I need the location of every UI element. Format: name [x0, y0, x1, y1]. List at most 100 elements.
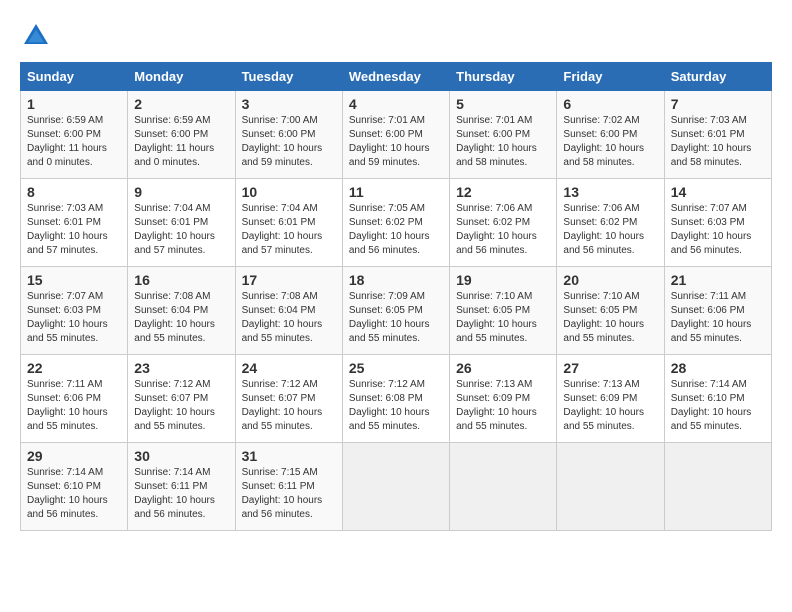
day-info: Sunrise: 7:13 AM Sunset: 6:09 PM Dayligh… [456, 378, 550, 434]
day-number: 4 [349, 96, 443, 112]
calendar-day-20: 20 Sunrise: 7:10 AM Sunset: 6:05 PM Dayli… [557, 267, 664, 355]
day-number: 17 [242, 272, 336, 288]
day-number: 28 [671, 360, 765, 376]
col-header-sunday: Sunday [21, 63, 128, 91]
day-number: 26 [456, 360, 550, 376]
calendar-day-9: 9 Sunrise: 7:04 AM Sunset: 6:01 PM Daylig… [128, 179, 235, 267]
calendar-day-26: 26 Sunrise: 7:13 AM Sunset: 6:09 PM Dayli… [450, 355, 557, 443]
calendar-week-row: 1 Sunrise: 6:59 AM Sunset: 6:00 PM Daylig… [21, 91, 772, 179]
day-info: Sunrise: 7:06 AM Sunset: 6:02 PM Dayligh… [456, 202, 550, 258]
day-number: 8 [27, 184, 121, 200]
day-number: 18 [349, 272, 443, 288]
calendar-header-row: SundayMondayTuesdayWednesdayThursdayFrid… [21, 63, 772, 91]
day-info: Sunrise: 7:01 AM Sunset: 6:00 PM Dayligh… [349, 114, 443, 170]
calendar-day-13: 13 Sunrise: 7:06 AM Sunset: 6:02 PM Dayli… [557, 179, 664, 267]
calendar-day-3: 3 Sunrise: 7:00 AM Sunset: 6:00 PM Daylig… [235, 91, 342, 179]
day-info: Sunrise: 7:11 AM Sunset: 6:06 PM Dayligh… [27, 378, 121, 434]
calendar-day-18: 18 Sunrise: 7:09 AM Sunset: 6:05 PM Dayli… [342, 267, 449, 355]
day-number: 1 [27, 96, 121, 112]
calendar-empty-cell [342, 443, 449, 531]
col-header-thursday: Thursday [450, 63, 557, 91]
calendar-week-row: 29 Sunrise: 7:14 AM Sunset: 6:10 PM Dayli… [21, 443, 772, 531]
day-info: Sunrise: 7:02 AM Sunset: 6:00 PM Dayligh… [563, 114, 657, 170]
calendar-week-row: 15 Sunrise: 7:07 AM Sunset: 6:03 PM Dayli… [21, 267, 772, 355]
calendar-empty-cell [450, 443, 557, 531]
day-number: 15 [27, 272, 121, 288]
logo-icon [20, 20, 52, 52]
calendar-day-7: 7Sunrise: 7:03 AM Sunset: 6:01 PM Daylig… [664, 91, 771, 179]
day-number: 24 [242, 360, 336, 376]
calendar-day-6: 6 Sunrise: 7:02 AM Sunset: 6:00 PM Daylig… [557, 91, 664, 179]
calendar-day-30: 30Sunrise: 7:14 AM Sunset: 6:11 PM Dayli… [128, 443, 235, 531]
calendar-day-14: 14 Sunrise: 7:07 AM Sunset: 6:03 PM Dayli… [664, 179, 771, 267]
day-info: Sunrise: 7:06 AM Sunset: 6:02 PM Dayligh… [563, 202, 657, 258]
calendar-day-27: 27 Sunrise: 7:13 AM Sunset: 6:09 PM Dayli… [557, 355, 664, 443]
col-header-saturday: Saturday [664, 63, 771, 91]
day-info: Sunrise: 7:08 AM Sunset: 6:04 PM Dayligh… [134, 290, 228, 346]
day-number: 23 [134, 360, 228, 376]
day-info: Sunrise: 7:14 AM Sunset: 6:10 PM Dayligh… [27, 466, 121, 522]
calendar-week-row: 8 Sunrise: 7:03 AM Sunset: 6:01 PM Daylig… [21, 179, 772, 267]
day-number: 6 [563, 96, 657, 112]
page-header [20, 20, 772, 52]
day-number: 27 [563, 360, 657, 376]
day-info: Sunrise: 7:15 AM Sunset: 6:11 PM Dayligh… [242, 466, 336, 522]
day-info: Sunrise: 7:09 AM Sunset: 6:05 PM Dayligh… [349, 290, 443, 346]
day-info: Sunrise: 7:05 AM Sunset: 6:02 PM Dayligh… [349, 202, 443, 258]
day-info: Sunrise: 7:10 AM Sunset: 6:05 PM Dayligh… [563, 290, 657, 346]
calendar-table: SundayMondayTuesdayWednesdayThursdayFrid… [20, 62, 772, 531]
day-number: 19 [456, 272, 550, 288]
col-header-wednesday: Wednesday [342, 63, 449, 91]
calendar-day-24: 24 Sunrise: 7:12 AM Sunset: 6:07 PM Dayli… [235, 355, 342, 443]
day-number: 16 [134, 272, 228, 288]
day-number: 2 [134, 96, 228, 112]
day-info: Sunrise: 7:12 AM Sunset: 6:08 PM Dayligh… [349, 378, 443, 434]
day-number: 3 [242, 96, 336, 112]
day-number: 21 [671, 272, 765, 288]
day-number: 13 [563, 184, 657, 200]
day-number: 14 [671, 184, 765, 200]
calendar-day-10: 10 Sunrise: 7:04 AM Sunset: 6:01 PM Dayli… [235, 179, 342, 267]
calendar-day-25: 25 Sunrise: 7:12 AM Sunset: 6:08 PM Dayli… [342, 355, 449, 443]
day-info: Sunrise: 7:12 AM Sunset: 6:07 PM Dayligh… [242, 378, 336, 434]
day-info: Sunrise: 7:13 AM Sunset: 6:09 PM Dayligh… [563, 378, 657, 434]
day-number: 9 [134, 184, 228, 200]
day-info: Sunrise: 7:07 AM Sunset: 6:03 PM Dayligh… [671, 202, 765, 258]
day-number: 12 [456, 184, 550, 200]
day-info: Sunrise: 7:10 AM Sunset: 6:05 PM Dayligh… [456, 290, 550, 346]
day-info: Sunrise: 7:08 AM Sunset: 6:04 PM Dayligh… [242, 290, 336, 346]
calendar-empty-cell [664, 443, 771, 531]
calendar-day-22: 22 Sunrise: 7:11 AM Sunset: 6:06 PM Dayli… [21, 355, 128, 443]
day-info: Sunrise: 7:12 AM Sunset: 6:07 PM Dayligh… [134, 378, 228, 434]
calendar-day-28: 28 Sunrise: 7:14 AM Sunset: 6:10 PM Dayli… [664, 355, 771, 443]
calendar-day-31: 31Sunrise: 7:15 AM Sunset: 6:11 PM Dayli… [235, 443, 342, 531]
day-info: Sunrise: 7:03 AM Sunset: 6:01 PM Dayligh… [27, 202, 121, 258]
calendar-day-2: 2 Sunrise: 6:59 AM Sunset: 6:00 PM Daylig… [128, 91, 235, 179]
day-number: 11 [349, 184, 443, 200]
day-info: Sunrise: 7:07 AM Sunset: 6:03 PM Dayligh… [27, 290, 121, 346]
calendar-day-19: 19 Sunrise: 7:10 AM Sunset: 6:05 PM Dayli… [450, 267, 557, 355]
day-number: 20 [563, 272, 657, 288]
day-info: Sunrise: 6:59 AM Sunset: 6:00 PM Dayligh… [27, 114, 121, 170]
day-info: Sunrise: 6:59 AM Sunset: 6:00 PM Dayligh… [134, 114, 228, 170]
calendar-day-11: 11 Sunrise: 7:05 AM Sunset: 6:02 PM Dayli… [342, 179, 449, 267]
day-number: 25 [349, 360, 443, 376]
col-header-tuesday: Tuesday [235, 63, 342, 91]
day-info: Sunrise: 7:01 AM Sunset: 6:00 PM Dayligh… [456, 114, 550, 170]
day-number: 30 [134, 448, 228, 464]
day-info: Sunrise: 7:00 AM Sunset: 6:00 PM Dayligh… [242, 114, 336, 170]
day-number: 10 [242, 184, 336, 200]
day-number: 7 [671, 96, 765, 112]
day-number: 29 [27, 448, 121, 464]
day-info: Sunrise: 7:14 AM Sunset: 6:10 PM Dayligh… [671, 378, 765, 434]
calendar-day-29: 29 Sunrise: 7:14 AM Sunset: 6:10 PM Dayli… [21, 443, 128, 531]
day-info: Sunrise: 7:04 AM Sunset: 6:01 PM Dayligh… [134, 202, 228, 258]
col-header-monday: Monday [128, 63, 235, 91]
logo [20, 20, 56, 52]
calendar-day-12: 12 Sunrise: 7:06 AM Sunset: 6:02 PM Dayli… [450, 179, 557, 267]
day-number: 22 [27, 360, 121, 376]
calendar-day-23: 23 Sunrise: 7:12 AM Sunset: 6:07 PM Dayli… [128, 355, 235, 443]
calendar-day-5: 5Sunrise: 7:01 AM Sunset: 6:00 PM Daylig… [450, 91, 557, 179]
day-info: Sunrise: 7:11 AM Sunset: 6:06 PM Dayligh… [671, 290, 765, 346]
day-info: Sunrise: 7:04 AM Sunset: 6:01 PM Dayligh… [242, 202, 336, 258]
